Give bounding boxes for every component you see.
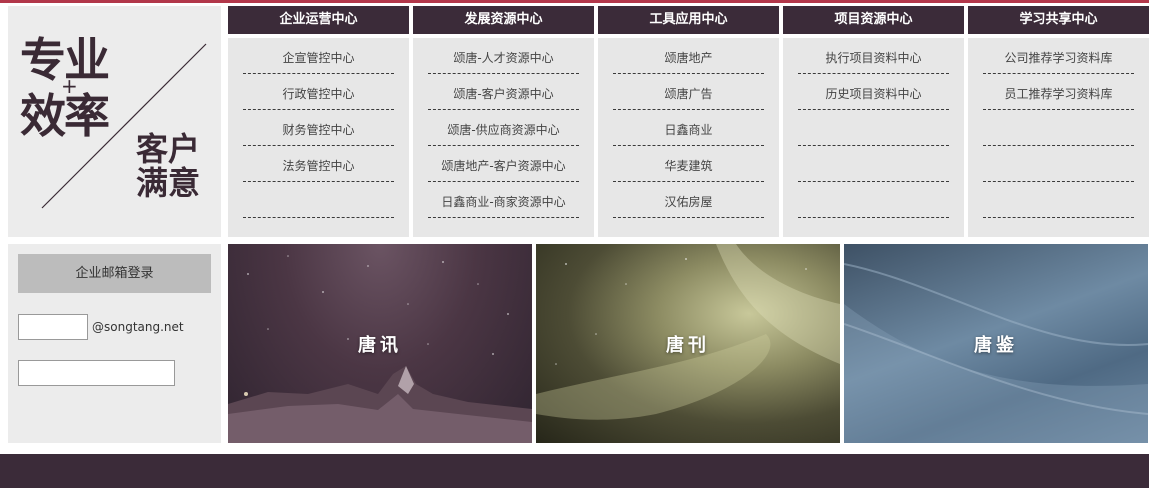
column-title: 发展资源中心 bbox=[413, 6, 594, 34]
column-link[interactable]: 颂唐-供应商资源中心 bbox=[428, 110, 579, 146]
column-title: 项目资源中心 bbox=[783, 6, 964, 34]
column-link[interactable]: 颂唐-客户资源中心 bbox=[428, 74, 579, 110]
tile-label: 唐讯 bbox=[358, 334, 402, 356]
column-operations: 企业运营中心 企宣管控中心 行政管控中心 财务管控中心 法务管控中心 bbox=[228, 6, 409, 237]
column-link[interactable]: 汉佑房屋 bbox=[613, 182, 764, 218]
column-link[interactable]: 华麦建筑 bbox=[613, 146, 764, 182]
tile-label: 唐刊 bbox=[666, 334, 710, 356]
column-empty-row bbox=[243, 182, 394, 218]
column-title: 工具应用中心 bbox=[598, 6, 779, 34]
column-link[interactable]: 历史项目资料中心 bbox=[798, 74, 949, 110]
column-empty-row bbox=[983, 146, 1134, 182]
column-list: 企宣管控中心 行政管控中心 财务管控中心 法务管控中心 bbox=[228, 38, 409, 237]
column-tools: 工具应用中心 颂唐地产 颂唐广告 日鑫商业 华麦建筑 汉佑房屋 bbox=[598, 6, 779, 237]
column-list: 执行项目资料中心 历史项目资料中心 bbox=[783, 38, 964, 237]
column-link[interactable]: 执行项目资料中心 bbox=[798, 38, 949, 74]
username-input[interactable] bbox=[18, 314, 88, 340]
column-link[interactable]: 日鑫商业 bbox=[613, 110, 764, 146]
column-empty-row bbox=[798, 146, 949, 182]
slogan-line-4: 满意 bbox=[136, 164, 201, 202]
column-title: 企业运营中心 bbox=[228, 6, 409, 34]
column-link[interactable]: 员工推荐学习资料库 bbox=[983, 74, 1134, 110]
tile-tangxun[interactable]: 唐讯 bbox=[228, 244, 532, 443]
email-login-panel: 企业邮箱登录 @songtang.net bbox=[8, 244, 221, 443]
column-empty-row bbox=[983, 182, 1134, 218]
column-title: 学习共享中心 bbox=[968, 6, 1149, 34]
column-link[interactable]: 法务管控中心 bbox=[243, 146, 394, 182]
slogan-line-3: 客户 bbox=[136, 130, 201, 168]
slogan-line-2: 效率 bbox=[20, 89, 110, 143]
top-accent-line bbox=[0, 0, 1149, 3]
column-projects: 项目资源中心 执行项目资料中心 历史项目资料中心 bbox=[783, 6, 964, 237]
column-empty-row bbox=[983, 110, 1134, 146]
column-link[interactable]: 颂唐地产 bbox=[613, 38, 764, 74]
column-list: 颂唐-人才资源中心 颂唐-客户资源中心 颂唐-供应商资源中心 颂唐地产-客户资源… bbox=[413, 38, 594, 237]
slogan-logo: 专业 + 效率 客户 满意 bbox=[8, 6, 221, 237]
column-link[interactable]: 颂唐地产-客户资源中心 bbox=[428, 146, 579, 182]
tile-tangkan[interactable]: 唐刊 bbox=[536, 244, 840, 443]
email-login-button[interactable]: 企业邮箱登录 bbox=[18, 254, 211, 293]
tile-tangjian[interactable]: 唐鉴 bbox=[844, 244, 1148, 443]
column-link[interactable]: 颂唐广告 bbox=[613, 74, 764, 110]
column-link[interactable]: 企宣管控中心 bbox=[243, 38, 394, 74]
column-list: 颂唐地产 颂唐广告 日鑫商业 华麦建筑 汉佑房屋 bbox=[598, 38, 779, 237]
email-domain-suffix: @songtang.net bbox=[92, 320, 184, 334]
column-list: 公司推荐学习资料库 员工推荐学习资料库 bbox=[968, 38, 1149, 237]
column-link[interactable]: 日鑫商业-商家资源中心 bbox=[428, 182, 579, 218]
column-learning: 学习共享中心 公司推荐学习资料库 员工推荐学习资料库 bbox=[968, 6, 1149, 237]
column-link[interactable]: 财务管控中心 bbox=[243, 110, 394, 146]
column-empty-row bbox=[798, 182, 949, 218]
tile-label: 唐鉴 bbox=[974, 334, 1018, 356]
column-link[interactable]: 公司推荐学习资料库 bbox=[983, 38, 1134, 74]
column-link[interactable]: 行政管控中心 bbox=[243, 74, 394, 110]
page-footer bbox=[0, 454, 1149, 488]
column-link[interactable]: 颂唐-人才资源中心 bbox=[428, 38, 579, 74]
column-resources: 发展资源中心 颂唐-人才资源中心 颂唐-客户资源中心 颂唐-供应商资源中心 颂唐… bbox=[413, 6, 594, 237]
column-empty-row bbox=[798, 110, 949, 146]
password-input[interactable] bbox=[18, 360, 175, 386]
